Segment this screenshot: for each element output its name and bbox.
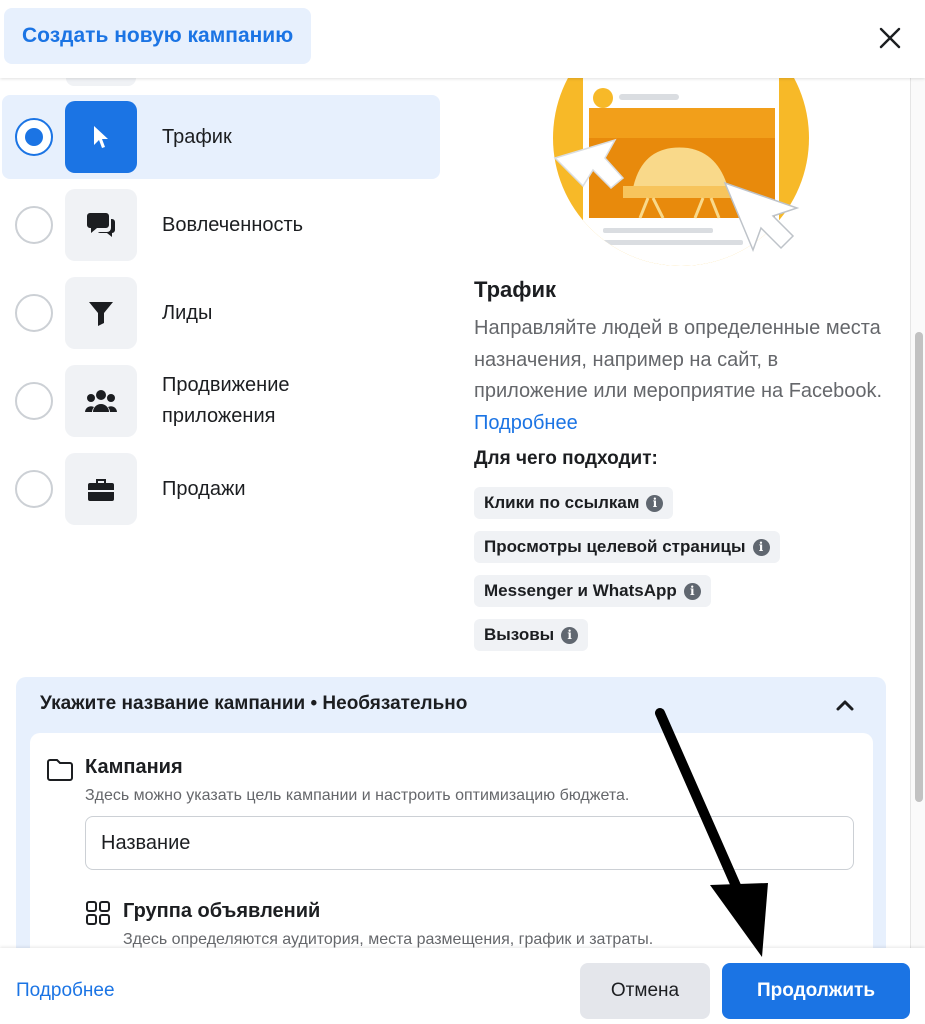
suitability-chip: Просмотры целевой страницы i: [474, 531, 780, 563]
chip-label: Вызовы: [484, 625, 555, 644]
objective-description-text: Направляйте людей в определенные места н…: [474, 317, 883, 402]
info-icon[interactable]: i: [683, 582, 701, 600]
scrollbar-thumb[interactable]: [915, 332, 923, 802]
objective-sales[interactable]: Продажи: [2, 447, 440, 531]
radio-app-promotion[interactable]: [15, 382, 53, 420]
radio-sales[interactable]: [15, 470, 53, 508]
traffic-illustration: [553, 78, 809, 266]
campaign-subtitle: Здесь можно указать цель кампании и наст…: [85, 787, 630, 804]
funnel-icon: [89, 302, 113, 326]
objective-icon-box: [65, 277, 137, 349]
radio-engagement[interactable]: [15, 206, 53, 244]
continue-button[interactable]: Продолжить: [722, 963, 910, 1019]
info-icon[interactable]: i: [561, 626, 579, 644]
campaign-title: Кампания: [85, 756, 183, 778]
learn-more-link[interactable]: Подробнее: [474, 412, 578, 434]
close-icon: [879, 27, 901, 49]
objective-icon-box: [65, 189, 137, 261]
objective-label: Продажи: [162, 477, 246, 500]
people-icon: [85, 390, 117, 412]
objective-traffic[interactable]: Трафик: [2, 95, 440, 179]
ad-group-title: Группа объявлений: [123, 900, 321, 922]
objective-details-title: Трафик: [474, 277, 557, 302]
collapse-button[interactable]: [830, 690, 860, 720]
info-icon[interactable]: i: [752, 538, 770, 556]
objective-app-promotion[interactable]: Продвижение приложения: [2, 359, 440, 443]
objective-description: Направляйте людей в определенные места н…: [474, 313, 894, 439]
objective-leads[interactable]: Лиды: [2, 271, 440, 355]
objective-icon-box: [65, 101, 137, 173]
grid-icon: [86, 901, 110, 925]
info-icon[interactable]: i: [646, 494, 664, 512]
ad-group-subtitle: Здесь определяются аудитория, места разм…: [123, 931, 654, 948]
previous-item-edge: [66, 78, 136, 86]
campaign-name-input[interactable]: [85, 816, 854, 870]
dialog-header: Создать новую кампанию: [0, 0, 925, 78]
chip-label: Messenger и WhatsApp: [484, 581, 677, 600]
objective-engagement[interactable]: Вовлеченность: [2, 183, 440, 267]
chat-bubbles-icon: [87, 213, 115, 237]
cancel-button[interactable]: Отмена: [580, 963, 710, 1019]
suitability-chip: Messenger и WhatsApp i: [474, 575, 711, 607]
objective-label: Лиды: [162, 301, 213, 324]
suitability-chip: Вызовы i: [474, 619, 589, 651]
objective-label: Вовлеченность: [162, 213, 304, 236]
campaign-name-heading: Укажите название кампании • Необязательн…: [40, 693, 468, 714]
chevron-up-icon: [836, 700, 854, 711]
objective-label: Продвижение приложения: [162, 374, 290, 427]
cursor-icon: [94, 126, 108, 148]
dialog-title: Создать новую кампанию: [22, 24, 294, 47]
chip-label: Клики по ссылкам: [484, 493, 640, 512]
footer-learn-more-link[interactable]: Подробнее: [16, 980, 115, 1002]
close-button[interactable]: [870, 18, 910, 58]
briefcase-icon: [88, 479, 114, 501]
radio-traffic[interactable]: [15, 118, 53, 156]
objective-label: Трафик: [162, 125, 232, 148]
chip-label: Просмотры целевой страницы: [484, 537, 746, 556]
dialog-title-pill: Создать новую кампанию: [4, 8, 312, 64]
objective-icon-box: [65, 453, 137, 525]
suits-heading: Для чего подходит:: [474, 448, 658, 469]
objective-icon-box: [65, 365, 137, 437]
suitability-chip: Клики по ссылкам i: [474, 487, 674, 519]
folder-icon: [47, 759, 73, 781]
radio-leads[interactable]: [15, 294, 53, 332]
